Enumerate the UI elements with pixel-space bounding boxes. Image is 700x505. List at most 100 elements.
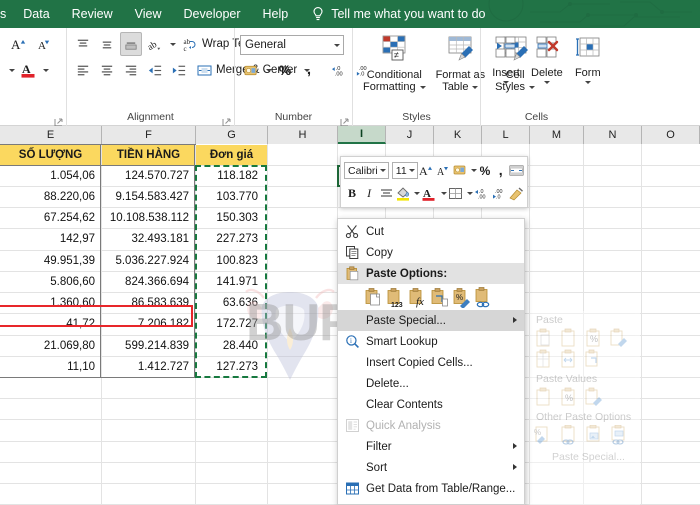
cell-E5[interactable]: 142,97 — [0, 229, 99, 249]
paste-options-icon-row[interactable]: 123 fx % — [338, 284, 524, 310]
mini-fill-color-icon[interactable] — [395, 184, 411, 204]
mini-accounting-dropdown-icon[interactable] — [470, 169, 477, 172]
conditional-formatting-dropdown-icon[interactable] — [419, 85, 426, 89]
align-bottom-icon[interactable] — [120, 32, 142, 56]
cell-G10[interactable]: 28.440 — [196, 336, 262, 356]
column-header-K[interactable]: K — [434, 126, 482, 144]
context-menu-item-delete[interactable]: Delete... — [338, 373, 524, 394]
increase-decimal-icon[interactable]: .0 .00 — [328, 58, 350, 82]
cell-F5[interactable]: 32.493.181 — [102, 229, 193, 249]
mini-borders-dropdown-icon[interactable] — [466, 192, 473, 195]
context-menu-item-copy[interactable]: Copy — [338, 242, 524, 263]
cell-G8[interactable]: 63.636 — [196, 293, 262, 313]
ribbon-tab-help[interactable]: Help — [252, 0, 300, 28]
accounting-number-format-icon[interactable] — [240, 58, 262, 82]
font-dialog-launcher-icon[interactable] — [54, 114, 63, 127]
cell-F10[interactable]: 599.214.839 — [102, 336, 193, 356]
mini-percent-icon[interactable]: % — [478, 161, 493, 181]
context-menu-item-cut[interactable]: Cut — [338, 221, 524, 242]
number-dialog-launcher-icon[interactable] — [340, 114, 349, 127]
cell-G9[interactable]: 172.727 — [196, 314, 262, 334]
ribbon-tab-developer[interactable]: Developer — [173, 0, 252, 28]
align-middle-icon[interactable] — [96, 32, 118, 56]
context-menu-item-insert-copied-cells[interactable]: Insert Copied Cells... — [338, 352, 524, 373]
cell-G11[interactable]: 127.273 — [196, 357, 262, 377]
mini-font-size-box[interactable]: 11 — [391, 162, 418, 179]
ribbon-tab-view[interactable]: View — [124, 0, 173, 28]
cell-E6[interactable]: 49.951,39 — [0, 251, 99, 271]
context-menu-item-get-data[interactable]: Get Data from Table/Range... — [338, 478, 524, 499]
cell-F11[interactable]: 1.412.727 — [102, 357, 193, 377]
delete-cells-dropdown-icon[interactable] — [543, 81, 550, 84]
mini-grow-font-icon[interactable]: A — [419, 161, 435, 181]
cell-F6[interactable]: 5.036.227.924 — [102, 251, 193, 271]
cell-E3[interactable]: 88.220,06 — [0, 187, 99, 207]
mini-format-toolbar[interactable]: Calibri 11 A A % , B I A .0 .00 .00 .0 — [340, 156, 528, 208]
number-format-combobox[interactable]: General — [240, 35, 344, 55]
percent-style-icon[interactable]: % — [274, 58, 296, 82]
cell-G5[interactable]: 227.273 — [196, 229, 262, 249]
mini-comma-icon[interactable]: , — [493, 161, 508, 181]
mini-fill-color-dropdown-icon[interactable] — [414, 192, 421, 195]
paste-all-icon[interactable] — [364, 287, 383, 308]
mini-font-size-dropdown-icon[interactable] — [408, 169, 415, 172]
context-menu-item-smart-lookup[interactable]: i Smart Lookup — [338, 331, 524, 352]
cell-E11[interactable]: 11,10 — [0, 357, 99, 377]
orientation-dropdown-icon[interactable] — [170, 42, 176, 46]
cell-G7[interactable]: 141.971 — [196, 272, 262, 292]
cell-E4[interactable]: 67.254,62 — [0, 208, 99, 228]
column-header-E[interactable]: E — [0, 126, 102, 144]
cell-F9[interactable]: 7.206.182 — [102, 314, 193, 334]
context-menu-item-filter[interactable]: Filter — [338, 436, 524, 457]
column-header-F[interactable]: F — [102, 126, 196, 144]
decrease-indent-icon[interactable] — [144, 58, 166, 82]
font-color-dropdown-icon[interactable] — [43, 68, 49, 72]
ribbon-tab-clipped[interactable]: s — [0, 0, 12, 28]
conditional-formatting-button[interactable]: ≠ Conditional Formatting — [358, 32, 431, 93]
column-header-G[interactable]: G — [196, 126, 268, 144]
column-header-M[interactable]: M — [530, 126, 584, 144]
cell-G6[interactable]: 100.823 — [196, 251, 262, 271]
mini-font-color-icon[interactable]: A — [421, 184, 437, 204]
mini-font-name-box[interactable]: Calibri — [344, 162, 389, 179]
accounting-dropdown-icon[interactable] — [266, 68, 272, 72]
cell-F8[interactable]: 86.583.639 — [102, 293, 193, 313]
column-header-I[interactable]: I — [338, 126, 386, 144]
mini-accounting-format-icon[interactable] — [453, 161, 468, 181]
context-menu-item-paste-special[interactable]: Paste Special... — [338, 310, 524, 331]
increase-indent-icon[interactable] — [168, 58, 190, 82]
cell-context-menu[interactable]: Cut Copy Paste Options: 123 fx % Paste S… — [337, 218, 525, 505]
format-cells-button[interactable]: Form — [568, 34, 603, 84]
decrease-font-size-icon[interactable]: A — [33, 32, 57, 56]
cell-F4[interactable]: 10.108.538.112 — [102, 208, 193, 228]
cell-F2[interactable]: 124.570.727 — [102, 166, 193, 186]
align-left-icon[interactable] — [72, 58, 94, 82]
cell-G4[interactable]: 150.303 — [196, 208, 262, 228]
context-menu-item-sort[interactable]: Sort — [338, 457, 524, 478]
paste-transpose-icon[interactable] — [430, 287, 449, 308]
paste-formatting-icon[interactable]: % — [452, 287, 471, 309]
orientation-icon[interactable]: ab — [144, 32, 166, 56]
insert-cells-button[interactable]: Insert — [486, 34, 526, 84]
align-right-icon[interactable] — [120, 58, 142, 82]
paste-values-icon[interactable]: 123 — [386, 287, 405, 309]
delete-cells-button[interactable]: Delete — [526, 34, 568, 84]
format-as-table-dropdown-icon[interactable] — [472, 85, 479, 89]
tell-me-box[interactable]: Tell me what you want to do — [311, 6, 485, 22]
increase-font-size-icon[interactable]: A — [7, 32, 31, 56]
mini-merge-center-icon[interactable] — [509, 161, 524, 181]
insert-cells-dropdown-icon[interactable] — [503, 81, 509, 84]
cell-F7[interactable]: 824.366.694 — [102, 272, 193, 292]
cell-F3[interactable]: 9.154.583.427 — [102, 187, 193, 207]
mini-center-align-icon[interactable] — [378, 184, 394, 204]
ribbon-tab-data[interactable]: Data — [12, 0, 60, 28]
mini-bold-icon[interactable]: B — [344, 184, 360, 204]
cell-E10[interactable]: 21.069,80 — [0, 336, 99, 356]
number-format-dropdown-icon[interactable] — [334, 43, 340, 47]
comma-style-icon[interactable]: , — [298, 58, 320, 82]
mini-shrink-font-icon[interactable]: A — [436, 161, 452, 181]
mini-borders-icon[interactable] — [448, 184, 464, 204]
column-header-N[interactable]: N — [584, 126, 642, 144]
mini-italic-icon[interactable]: I — [361, 184, 377, 204]
column-header-O[interactable]: O — [642, 126, 700, 144]
